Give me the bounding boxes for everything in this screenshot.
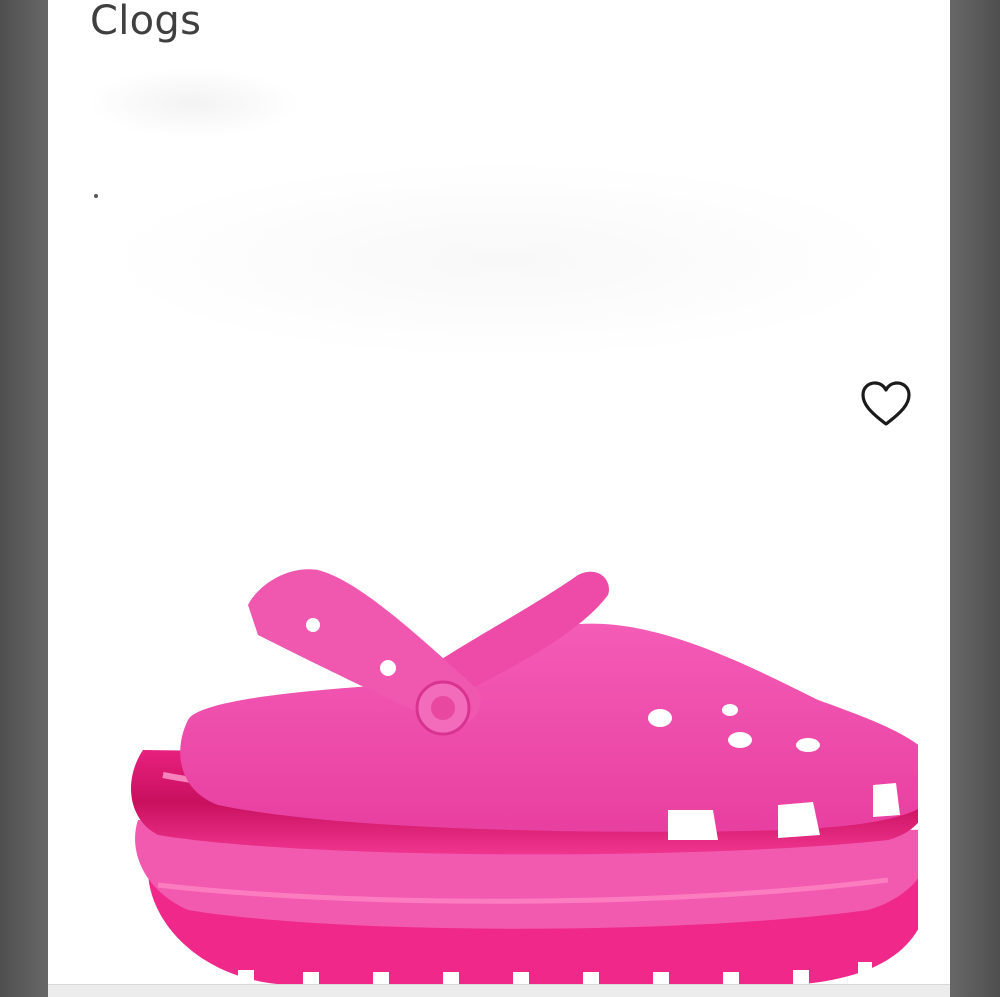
left-backdrop [0, 0, 48, 997]
stray-dot [94, 194, 98, 198]
favorite-heart-icon[interactable] [860, 380, 912, 430]
blurred-placeholder-block [98, 160, 908, 360]
product-card[interactable]: Clogs [48, 0, 950, 997]
bottom-edge-bar [48, 984, 950, 997]
product-title: Clogs [90, 0, 202, 44]
right-backdrop [950, 0, 1000, 997]
pink-clog-image [131, 569, 918, 997]
blurred-placeholder-text [86, 68, 301, 138]
